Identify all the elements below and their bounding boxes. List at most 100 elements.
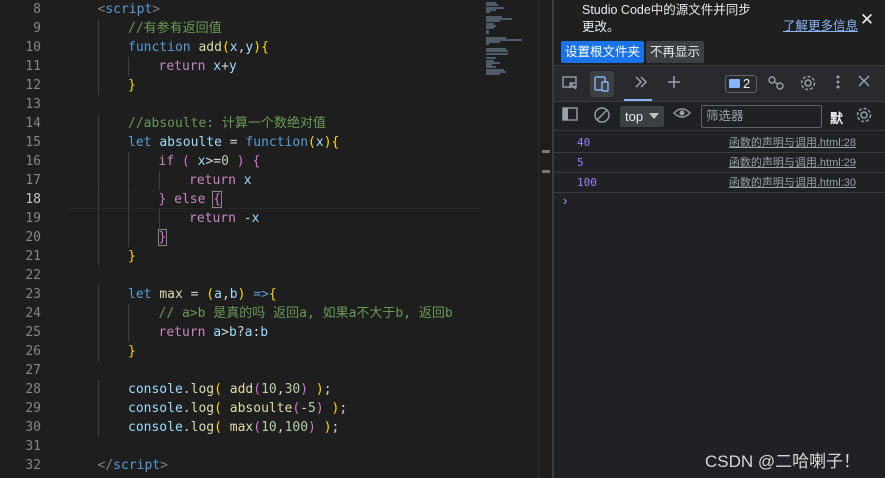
inspect-icon[interactable] [560,74,580,94]
code-token: ( [214,420,222,435]
log-levels-dropdown[interactable]: 默 [830,108,843,127]
code-line[interactable]: return x+y [159,57,237,76]
code-line[interactable]: console.log( add(10,30) ); [128,380,332,399]
code-line[interactable]: //有参有返回值 [128,19,222,38]
line-number: 14 [25,116,41,131]
editor-scrollbar[interactable] [538,0,552,478]
minimap-line [486,31,489,34]
line-number: 15 [25,135,41,150]
filter-input[interactable]: 筛选器 [701,105,822,128]
log-value: 100 [577,176,597,189]
more-options-icon[interactable] [828,74,848,94]
source-link[interactable]: 函数的声明与调用.html:29 [729,155,856,171]
clear-console-icon[interactable] [592,106,612,126]
minimap[interactable] [480,0,540,80]
code-token: , [221,287,230,302]
console-toolbar: top 筛选器 默 [554,102,885,131]
code-line[interactable]: // a>b 是真的吗 返回a, 如果a不大于b, 返回b [159,304,453,323]
learn-more-link[interactable]: 了解更多信息 [783,15,858,34]
code-line[interactable]: console.log( max(10,100) ); [128,418,339,437]
line-number: 21 [25,249,41,264]
code-line[interactable]: </script> [98,456,168,475]
code-token: //有参有返回值 [128,21,222,36]
code-token: > [152,2,161,17]
code-token: return [189,211,236,226]
never-show-button[interactable]: 不再显示 [646,41,705,63]
code-editor[interactable]: 8 9 10 11 12 13 14 15 16 17 18 19 20 21 22 23 24 25 26 27 28… [0,0,545,478]
network-icon[interactable] [766,74,786,94]
indent-guide [97,323,99,342]
code-token: return [158,325,206,340]
live-expression-icon[interactable] [672,106,692,126]
code-token: max [229,420,254,435]
source-link[interactable]: 函数的声明与调用.html:30 [729,175,856,191]
console-settings-icon[interactable] [854,106,874,126]
code-token: ( [221,40,230,55]
code-line[interactable]: return x [189,171,252,190]
line-number: 17 [25,173,41,188]
add-tab-icon[interactable] [664,74,684,94]
line-number: 10 [25,40,41,55]
console-message: 5 函数的声明与调用.html:29 [554,153,885,173]
line-number: 19 [25,211,41,226]
code-token: ? [236,325,245,340]
code-token: { [261,40,269,55]
code-line[interactable]: return -x [189,209,259,228]
code-token: ) [315,401,324,416]
minimap-line [486,43,489,46]
indent-guide [128,304,129,323]
code-token: let [128,287,152,302]
close-icon[interactable]: ✕ [858,11,876,29]
code-line[interactable]: if ( x>=0 ) { [159,152,261,171]
code-token: ; [323,382,332,397]
more-tabs-icon[interactable] [631,74,651,94]
code-line[interactable]: } [157,228,168,247]
code-line[interactable]: console.log( absoulte(-5) ); [128,399,347,418]
indent-guide [97,228,99,247]
code-token: 10 [261,382,277,397]
context-selector[interactable]: top [620,106,664,127]
code-area[interactable]: <script>//有参有返回值 function add(x,y){return… [67,0,537,478]
code-token: . [182,420,191,435]
code-line[interactable]: return a>b?a:b [159,323,269,342]
code-line[interactable]: let max = (a,b) =>{ [128,285,277,304]
code-token: { [212,191,223,208]
close-devtools-icon[interactable] [854,74,874,94]
indent-guide [128,190,129,209]
indent-guide [97,171,99,190]
issues-badge[interactable]: 2 [725,75,757,93]
code-token: x [213,59,222,74]
code-line[interactable]: } [128,76,136,95]
code-line[interactable]: <script> [98,0,161,19]
console-message: 40 函数的声明与调用.html:28 [554,133,885,153]
chevron-down-icon [649,113,659,119]
code-line[interactable]: } else { [159,190,223,209]
settings-icon[interactable] [798,74,818,94]
code-line[interactable]: let absoulte = function(x){ [128,133,339,152]
code-token: // a>b 是真的吗 返回a, 如果a不大于b, 返回b [158,306,453,321]
code-line[interactable]: //absoulte: 计算一个数绝对值 [128,114,326,133]
code-token: > [221,325,229,340]
code-token: - [300,401,309,416]
code-token: x [251,211,260,226]
sidebar-toggle-icon[interactable] [560,106,580,126]
source-link[interactable]: 函数的声明与调用.html:28 [729,135,856,151]
line-number: 31 [25,439,41,454]
code-line[interactable]: } [128,342,136,361]
line-number: 22 [25,268,41,283]
code-token: ) [308,420,316,435]
code-token: ) [323,420,332,435]
code-token: script [113,458,161,473]
set-root-folder-button[interactable]: 设置根文件夹 [561,41,645,63]
device-toolbar-icon[interactable] [590,71,614,97]
code-line[interactable]: } [128,247,136,266]
code-token: ( [206,287,215,302]
code-line[interactable]: function add(x,y){ [128,38,269,57]
code-token: - [235,211,252,226]
console-prompt[interactable]: › [563,193,567,208]
